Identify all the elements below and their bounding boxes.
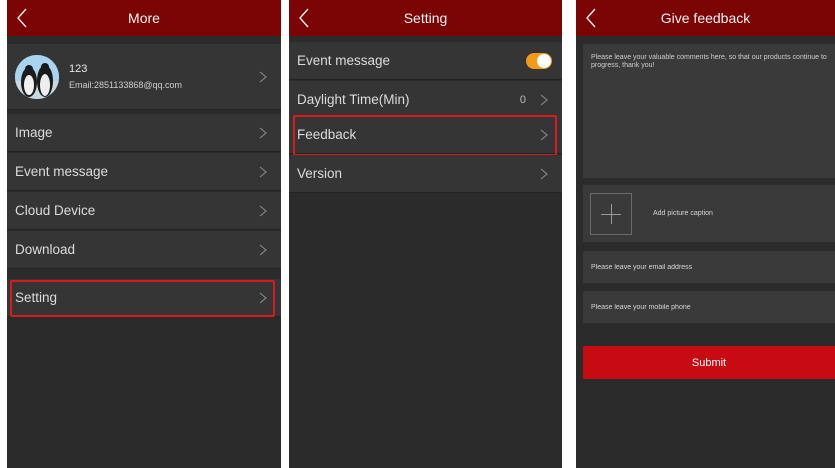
add-picture-row: Add picture caption — [583, 185, 835, 242]
chevron-right-icon — [259, 166, 267, 178]
email-field[interactable] — [583, 251, 835, 283]
setting-header: Setting — [289, 0, 562, 36]
event-message-toggle[interactable] — [526, 52, 552, 69]
menu-item-label: Download — [15, 242, 76, 257]
setting-screen: Setting Event message Daylight Time(Min)… — [289, 0, 562, 468]
menu-item-label: Setting — [15, 290, 58, 305]
more-header: More — [7, 0, 281, 36]
setting-item-event-message[interactable]: Event message — [289, 42, 562, 80]
back-icon[interactable] — [13, 6, 35, 30]
profile-email: Email:2851133868@qq.com — [69, 80, 183, 90]
setting-item-version[interactable]: Version — [289, 155, 562, 193]
setting-item-label: Version — [297, 166, 343, 181]
add-picture-icon[interactable] — [590, 192, 632, 235]
page-title: More — [128, 10, 160, 26]
toggle-knob — [537, 53, 551, 68]
feedback-screen: Give feedback Add picture caption Submit — [576, 0, 835, 468]
back-icon[interactable] — [582, 6, 604, 30]
menu-item-cloud-device[interactable]: Cloud Device — [7, 192, 281, 230]
menu-item-event-message[interactable]: Event message — [7, 153, 281, 191]
setting-item-daylight-time[interactable]: Daylight Time(Min) 0 — [289, 81, 562, 119]
profile-row[interactable]: 123 Email:2851133868@qq.com — [7, 44, 281, 110]
profile-name: 123 — [69, 63, 88, 75]
chevron-right-icon — [540, 94, 548, 106]
setting-item-label: Daylight Time(Min) — [297, 92, 410, 107]
setting-item-label: Event message — [297, 53, 391, 68]
avatar — [15, 54, 59, 99]
feedback-header: Give feedback — [576, 0, 835, 36]
menu-item-image[interactable]: Image — [7, 114, 281, 152]
chevron-right-icon — [259, 205, 267, 217]
menu-item-label: Event message — [15, 164, 109, 179]
page-title: Setting — [403, 10, 448, 26]
menu-item-setting[interactable]: Setting — [7, 279, 281, 317]
chevron-right-icon — [540, 129, 548, 141]
comments-textarea[interactable] — [583, 44, 835, 178]
setting-item-feedback[interactable]: Feedback — [289, 116, 562, 154]
menu-item-download[interactable]: Download — [7, 231, 281, 269]
submit-button[interactable]: Submit — [583, 346, 835, 379]
phone-field[interactable] — [583, 291, 835, 323]
add-picture-caption: Add picture caption — [653, 210, 713, 217]
menu-item-label: Image — [15, 125, 53, 140]
more-screen: More 123 Email:2851133868@qq.com Image E… — [7, 0, 281, 468]
menu-item-label: Cloud Device — [15, 203, 96, 218]
chevron-right-icon — [259, 244, 267, 256]
chevron-right-icon — [540, 168, 548, 180]
chevron-right-icon — [259, 292, 267, 304]
chevron-right-icon — [259, 127, 267, 139]
daylight-time-value: 0 — [519, 93, 526, 106]
setting-item-label: Feedback — [297, 127, 357, 142]
profile-info: 123 Email:2851133868@qq.com — [69, 63, 182, 90]
chevron-right-icon — [259, 71, 267, 83]
page-title: Give feedback — [660, 10, 751, 26]
back-icon[interactable] — [295, 6, 317, 30]
